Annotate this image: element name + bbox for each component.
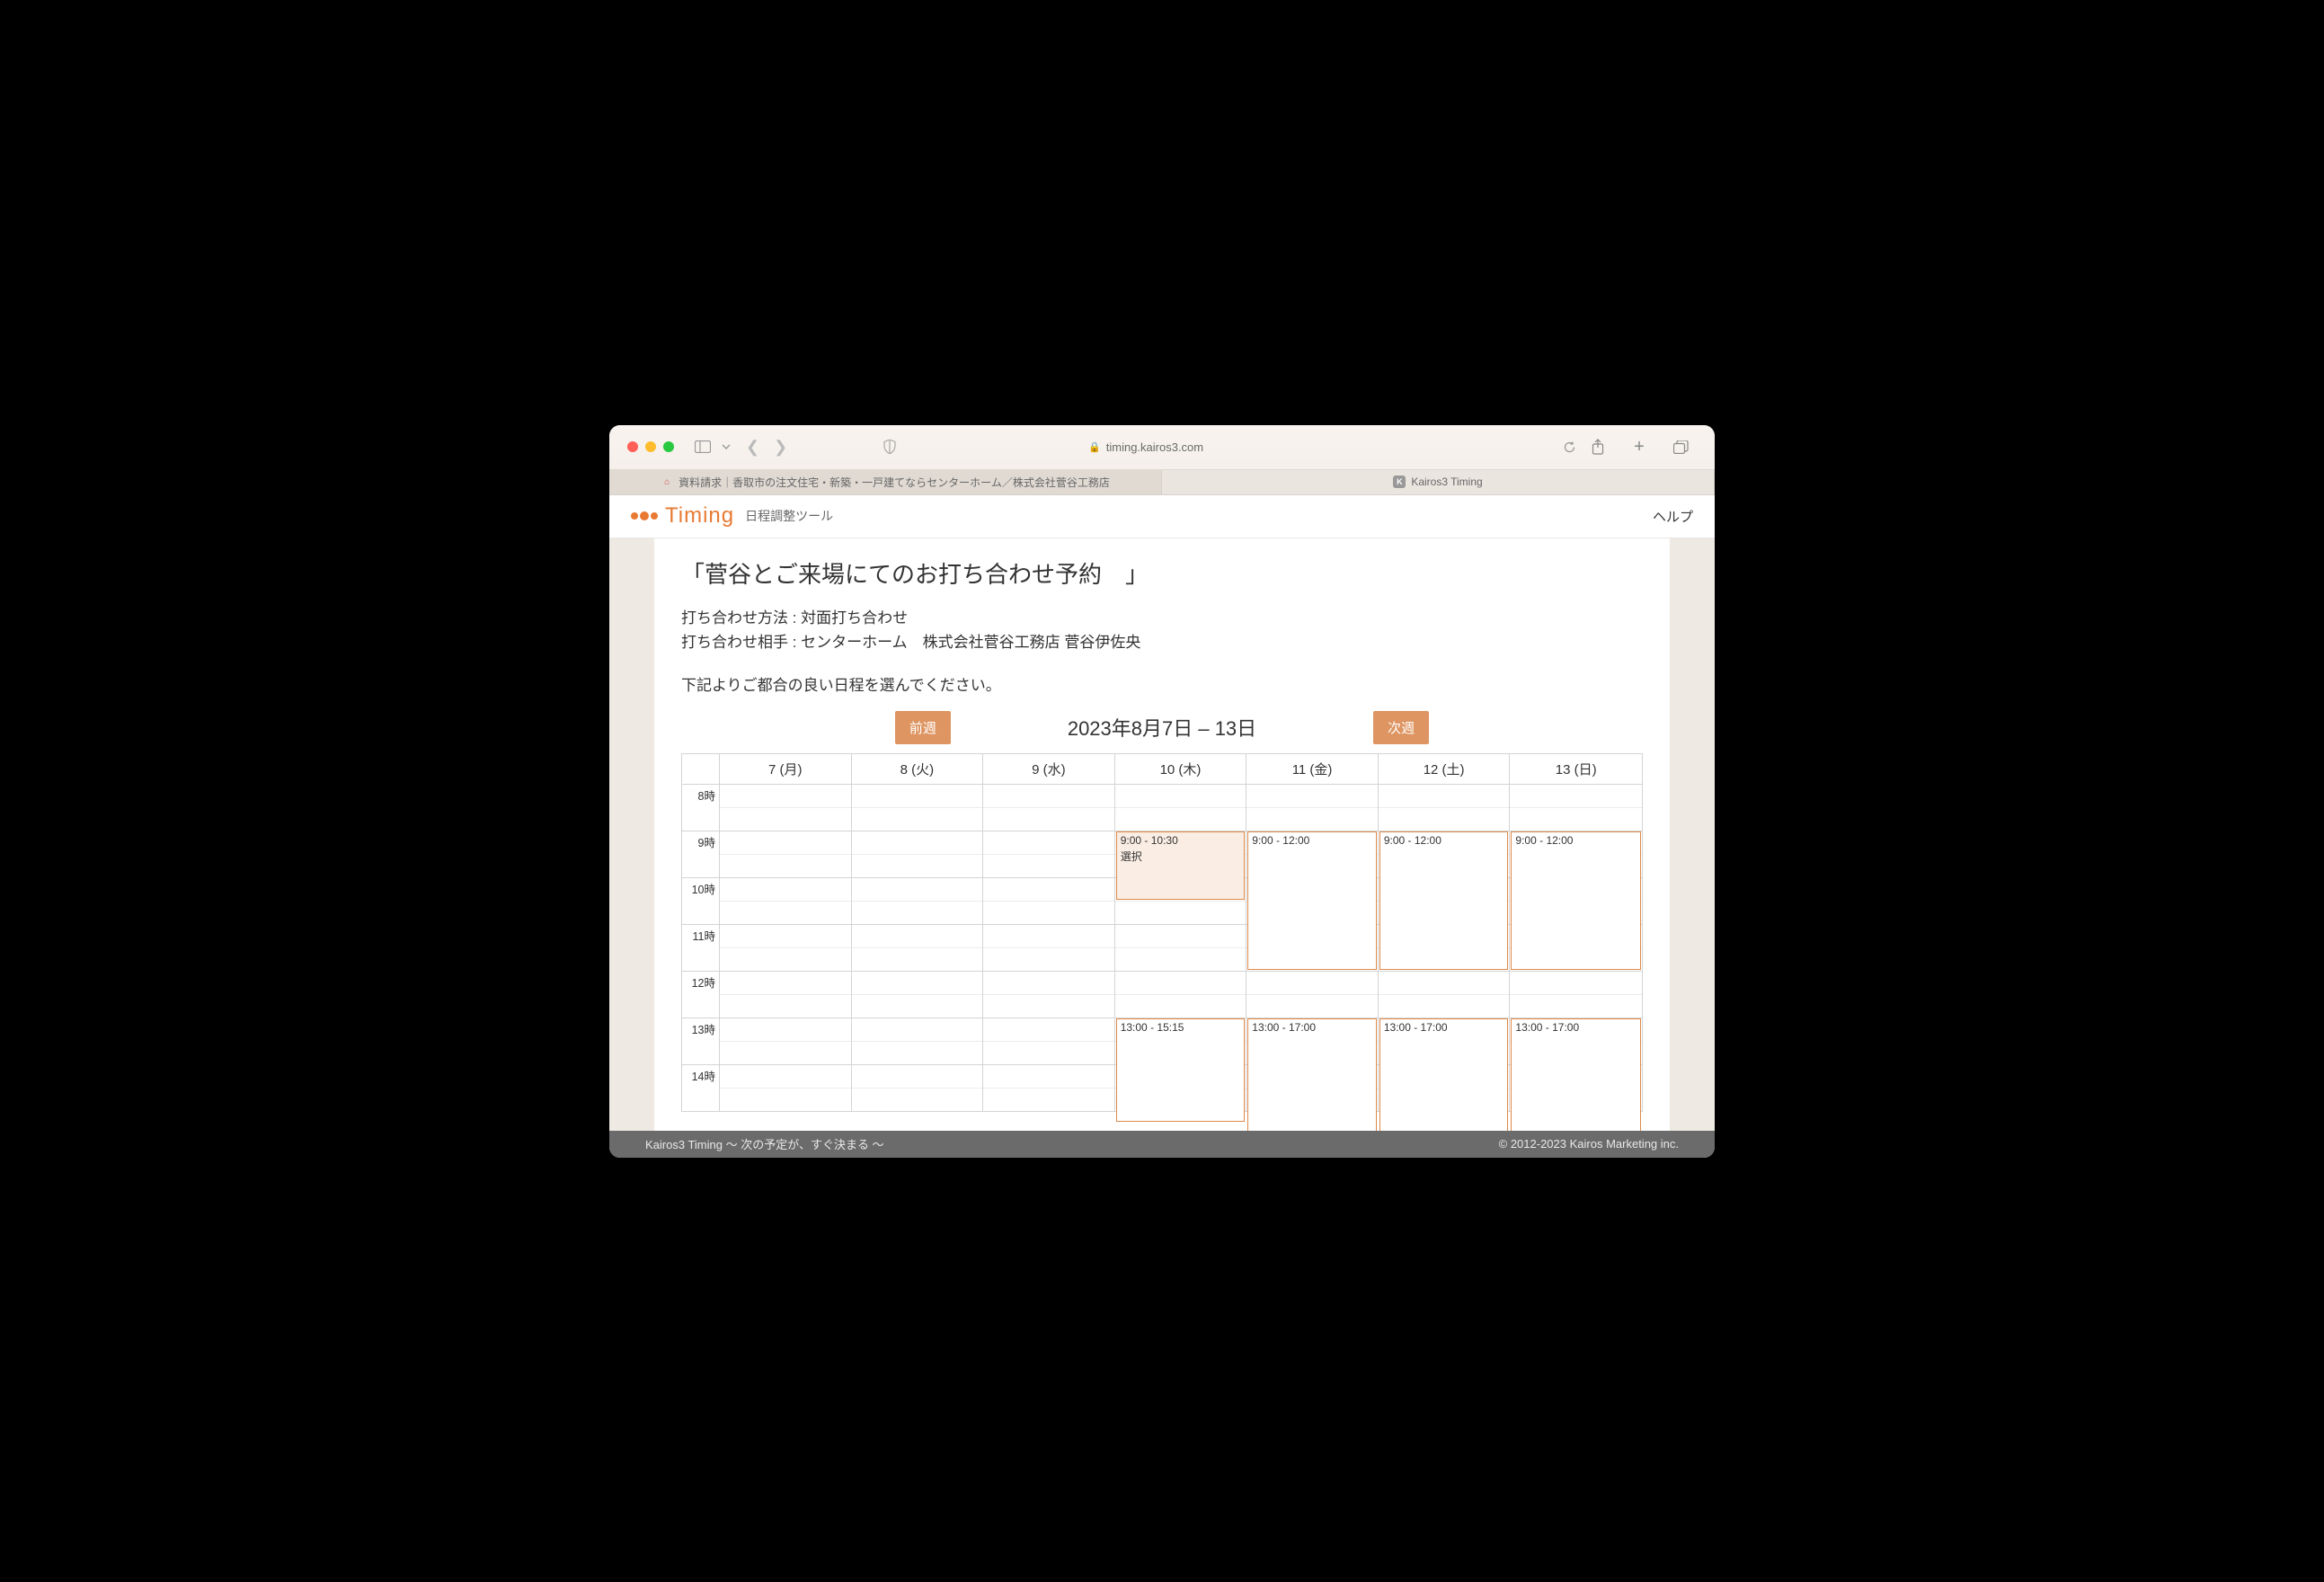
window-controls xyxy=(627,441,674,452)
calendar-time-column: 8時 9時 10時 11時 12時 13時 14時 xyxy=(682,785,720,1112)
calendar-day-column: 9:00 - 12:00 13:00 - 17:00 xyxy=(1246,785,1379,1112)
hour-label: 13時 xyxy=(692,1020,715,1037)
time-slot[interactable]: 9:00 - 12:00 xyxy=(1379,831,1509,970)
browser-tabbar: ⌂ 資料請求｜香取市の注文住宅・新築・一戸建てならセンターホーム／株式会社菅谷工… xyxy=(609,470,1715,495)
browser-window: ❮ ❯ 🔒 timing.kairos3.com + xyxy=(609,425,1715,1158)
calendar-day-column xyxy=(720,785,852,1112)
prev-week-button[interactable]: 前週 xyxy=(895,711,951,744)
lock-icon: 🔒 xyxy=(1088,441,1101,453)
hour-label: 8時 xyxy=(698,787,715,804)
content-area: 「菅谷とご来場にてのお打ち合わせ予約 」 打ち合わせ方法 : 対面打ち合わせ 打… xyxy=(609,538,1715,1131)
minimize-window-button[interactable] xyxy=(645,441,656,452)
slot-time: 13:00 - 17:00 xyxy=(1384,1021,1504,1034)
calendar-day-header: 8 (火) xyxy=(852,754,984,785)
calendar-day-column xyxy=(852,785,984,1112)
url-text: timing.kairos3.com xyxy=(1106,440,1203,454)
logo-dots-icon xyxy=(631,511,658,520)
slot-time: 9:00 - 10:30 xyxy=(1121,834,1241,847)
calendar-day-header: 7 (月) xyxy=(720,754,852,785)
maximize-window-button[interactable] xyxy=(663,441,674,452)
privacy-shield-icon[interactable] xyxy=(877,436,902,458)
next-week-button[interactable]: 次週 xyxy=(1373,711,1429,744)
hour-label: 12時 xyxy=(692,973,715,991)
slot-time: 13:00 - 15:15 xyxy=(1121,1021,1241,1034)
help-link[interactable]: ヘルプ xyxy=(1653,507,1693,526)
time-slot[interactable]: 9:00 - 12:00 xyxy=(1511,831,1641,970)
browser-titlebar: ❮ ❯ 🔒 timing.kairos3.com + xyxy=(609,425,1715,470)
hour-label: 9時 xyxy=(698,833,715,850)
calendar-day-column: 9:00 - 10:30 選択 13:00 - 15:15 xyxy=(1115,785,1247,1112)
app-footer: Kairos3 Timing 〜 次の予定が、すぐ決まる 〜 © 2012-20… xyxy=(609,1131,1715,1158)
calendar-day-header: 13 (日) xyxy=(1510,754,1642,785)
chevron-down-icon[interactable] xyxy=(719,436,733,458)
calendar-day-header: 12 (土) xyxy=(1379,754,1511,785)
browser-tab-1[interactable]: K Kairos3 Timing xyxy=(1162,470,1715,494)
meeting-partner: 打ち合わせ相手 : センターホーム 株式会社菅谷工務店 菅谷伊佐央 xyxy=(681,630,1643,654)
time-slot[interactable]: 9:00 - 10:30 選択 xyxy=(1116,831,1246,900)
calendar-day-header: 10 (木) xyxy=(1115,754,1247,785)
slot-label: 選択 xyxy=(1121,849,1241,864)
time-slot[interactable]: 13:00 - 17:00 xyxy=(1511,1018,1641,1131)
browser-tab-0[interactable]: ⌂ 資料請求｜香取市の注文住宅・新築・一戸建てならセンターホーム／株式会社菅谷工… xyxy=(609,470,1162,494)
instruction-text: 下記よりご都合の良い日程を選んでください。 xyxy=(681,672,1643,695)
hour-label: 14時 xyxy=(692,1067,715,1084)
app-header: Timing 日程調整ツール ヘルプ xyxy=(609,495,1715,538)
url-bar[interactable]: 🔒 timing.kairos3.com xyxy=(1088,440,1203,454)
slot-time: 9:00 - 12:00 xyxy=(1384,834,1504,847)
app-logo[interactable]: Timing 日程調整ツール xyxy=(631,503,833,529)
content: 「菅谷とご来場にてのお打ち合わせ予約 」 打ち合わせ方法 : 対面打ち合わせ 打… xyxy=(654,538,1670,1131)
hour-label: 10時 xyxy=(692,880,715,897)
calendar-day-column xyxy=(983,785,1115,1112)
logo-text: Timing xyxy=(665,503,734,529)
back-button[interactable]: ❮ xyxy=(746,438,759,457)
time-slot[interactable]: 9:00 - 12:00 xyxy=(1247,831,1377,970)
meeting-method: 打ち合わせ方法 : 対面打ち合わせ xyxy=(681,606,1643,630)
footer-copyright: © 2012-2023 Kairos Marketing inc. xyxy=(1499,1137,1679,1151)
calendar-day-header: 11 (金) xyxy=(1246,754,1379,785)
week-navigation: 前週 2023年8月7日 – 13日 次週 xyxy=(681,711,1643,744)
calendar-day-header: 9 (水) xyxy=(983,754,1115,785)
time-slot[interactable]: 13:00 - 17:00 xyxy=(1247,1018,1377,1131)
tab-favicon-icon: K xyxy=(1393,475,1406,488)
week-range: 2023年8月7日 – 13日 xyxy=(1068,713,1256,742)
calendar-day-column: 9:00 - 12:00 13:00 - 17:00 xyxy=(1379,785,1511,1112)
time-slot[interactable]: 13:00 - 17:00 xyxy=(1379,1018,1509,1131)
logo-subtitle: 日程調整ツール xyxy=(745,507,833,525)
tab-overview-icon[interactable] xyxy=(1668,436,1693,458)
calendar-day-column: 9:00 - 12:00 13:00 - 17:00 xyxy=(1510,785,1642,1112)
calendar-corner xyxy=(682,754,720,785)
tab-title: Kairos3 Timing xyxy=(1411,475,1482,488)
forward-button[interactable]: ❯ xyxy=(774,438,787,457)
time-slot[interactable]: 13:00 - 15:15 xyxy=(1116,1018,1246,1122)
slot-time: 9:00 - 12:00 xyxy=(1515,834,1637,847)
footer-tagline: Kairos3 Timing 〜 次の予定が、すぐ決まる 〜 xyxy=(645,1135,884,1152)
tab-title: 資料請求｜香取市の注文住宅・新築・一戸建てならセンターホーム／株式会社菅谷工務店 xyxy=(679,475,1110,490)
hour-label: 11時 xyxy=(693,927,715,944)
slot-time: 13:00 - 17:00 xyxy=(1515,1021,1637,1034)
slot-time: 13:00 - 17:00 xyxy=(1252,1021,1372,1034)
page-title: 「菅谷とご来場にてのお打ち合わせ予約 」 xyxy=(681,556,1643,590)
reload-icon[interactable] xyxy=(1557,436,1582,458)
new-tab-icon[interactable]: + xyxy=(1627,436,1652,458)
close-window-button[interactable] xyxy=(627,441,638,452)
share-icon[interactable] xyxy=(1585,436,1610,458)
tab-favicon-icon: ⌂ xyxy=(661,475,673,488)
calendar: 7 (月)8 (火)9 (水)10 (木)11 (金)12 (土)13 (日) … xyxy=(681,753,1643,1131)
slot-time: 9:00 - 12:00 xyxy=(1252,834,1372,847)
sidebar-toggle-icon[interactable] xyxy=(690,436,715,458)
